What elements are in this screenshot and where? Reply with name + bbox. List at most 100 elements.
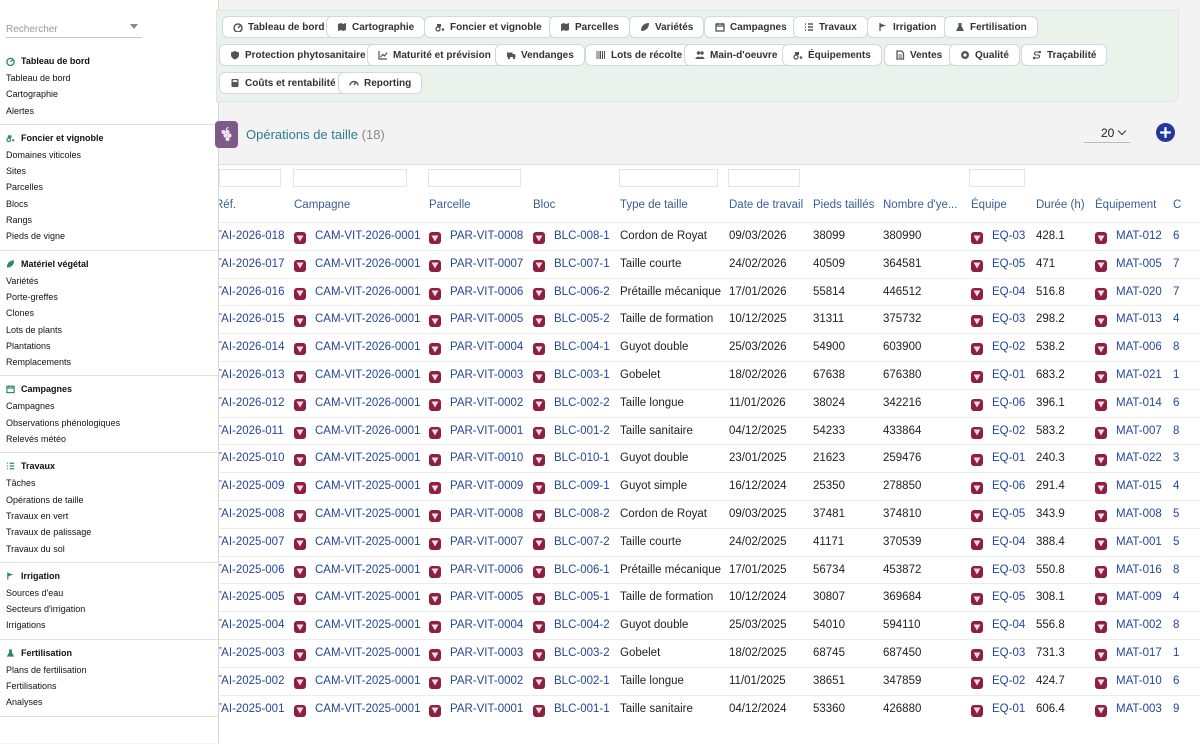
cell-equipe[interactable]: EQ-04 xyxy=(992,612,1025,640)
sidebar-item-irrigations[interactable]: Irrigations xyxy=(0,617,218,633)
table-row[interactable]: TAI-2026-018 CAM-VIT-2026-0001 PAR-VIT-000… xyxy=(219,222,1200,250)
record-link-icon[interactable] xyxy=(429,287,441,300)
cell-equipement[interactable]: MAT-022 xyxy=(1116,445,1162,473)
record-link-icon[interactable] xyxy=(429,510,441,522)
cell-bloc[interactable]: BLC-007-1 xyxy=(554,251,610,279)
record-link-icon[interactable] xyxy=(429,593,441,606)
sidebar-item-fertilisations[interactable]: Fertilisations xyxy=(0,678,218,694)
record-link-icon[interactable] xyxy=(294,621,306,634)
cell-equipe[interactable]: EQ-01 xyxy=(992,696,1025,724)
cell-parcelle[interactable]: PAR-VIT-0007 xyxy=(450,529,523,557)
cell-equipement[interactable]: MAT-014 xyxy=(1116,390,1162,418)
filter-input[interactable] xyxy=(293,169,407,187)
cell-extra[interactable]: 1 xyxy=(1173,640,1179,668)
record-link-icon[interactable] xyxy=(971,510,983,522)
record-link-icon[interactable] xyxy=(971,454,983,467)
column-header-date-de-travail[interactable]: Date de travail xyxy=(729,199,803,211)
cell-equipe[interactable]: EQ-02 xyxy=(992,334,1025,362)
sidebar-item-sources-d-eau[interactable]: Sources d'eau xyxy=(0,585,218,601)
record-link-icon[interactable] xyxy=(533,371,545,383)
module-button-irrigation[interactable]: Irrigation xyxy=(867,16,948,38)
record-link-icon[interactable] xyxy=(533,565,545,578)
record-link-icon[interactable] xyxy=(971,676,983,689)
cell-parcelle[interactable]: PAR-VIT-0008 xyxy=(450,223,523,251)
record-link-icon[interactable] xyxy=(294,454,306,467)
record-link-icon[interactable] xyxy=(533,454,545,467)
cell-bloc[interactable]: BLC-004-2 xyxy=(554,612,610,640)
column-header-campagne[interactable]: Campagne xyxy=(294,199,350,211)
sidebar-item-travaux-du-sol[interactable]: Travaux du sol xyxy=(0,541,218,557)
record-link-icon[interactable] xyxy=(429,649,441,661)
cell-ref[interactable]: TAI-2025-010 xyxy=(219,445,284,473)
table-row[interactable]: TAI-2025-004 CAM-VIT-2025-0001 PAR-VIT-000… xyxy=(219,611,1200,639)
record-link-icon[interactable] xyxy=(971,259,983,272)
module-button-varietes[interactable]: Variétés xyxy=(629,16,705,38)
cell-campagne[interactable]: CAM-VIT-2026-0001 xyxy=(315,362,420,390)
record-link-icon[interactable] xyxy=(294,565,306,578)
sidebar-item-remplacements[interactable]: Remplacements xyxy=(0,354,218,370)
sidebar-item-cartographie[interactable]: Cartographie xyxy=(0,86,218,102)
record-link-icon[interactable] xyxy=(1095,565,1107,578)
sidebar-item-operations-de-taille[interactable]: Opérations de taille xyxy=(0,492,218,508)
cell-bloc[interactable]: BLC-003-1 xyxy=(554,362,610,390)
cell-campagne[interactable]: CAM-VIT-2025-0001 xyxy=(315,529,420,557)
cell-ref[interactable]: TAI-2025-008 xyxy=(219,501,284,529)
cell-ref[interactable]: TAI-2026-017 xyxy=(219,251,284,279)
cell-parcelle[interactable]: PAR-VIT-0003 xyxy=(450,640,523,668)
sidebar-item-travaux-en-vert[interactable]: Travaux en vert xyxy=(0,508,218,524)
sidebar-item-secteurs-d-irrigation[interactable]: Secteurs d'irrigation xyxy=(0,601,218,617)
module-button-main-d-oeuvre[interactable]: Main-d'oeuvre xyxy=(684,44,789,66)
record-link-icon[interactable] xyxy=(1095,232,1107,244)
record-link-icon[interactable] xyxy=(971,426,983,439)
record-link-icon[interactable] xyxy=(971,537,983,550)
cell-extra[interactable]: 9 xyxy=(1173,696,1179,724)
filter-input[interactable] xyxy=(428,169,521,187)
record-link-icon[interactable] xyxy=(294,649,306,661)
cell-equipe[interactable]: EQ-04 xyxy=(992,529,1025,557)
sidebar-item-releves-meteo[interactable]: Relevés météo xyxy=(0,431,218,447)
column-header-bloc[interactable]: Bloc xyxy=(533,199,555,211)
record-link-icon[interactable] xyxy=(429,482,441,495)
record-link-icon[interactable] xyxy=(429,537,441,550)
record-link-icon[interactable] xyxy=(533,232,545,244)
cell-equipe[interactable]: EQ-06 xyxy=(992,473,1025,501)
record-link-icon[interactable] xyxy=(294,232,306,244)
record-link-icon[interactable] xyxy=(533,621,545,634)
cell-campagne[interactable]: CAM-VIT-2026-0001 xyxy=(315,223,420,251)
cell-equipe[interactable]: EQ-05 xyxy=(992,251,1025,279)
cell-extra[interactable]: 6 xyxy=(1173,223,1179,251)
cell-campagne[interactable]: CAM-VIT-2026-0001 xyxy=(315,279,420,307)
record-link-icon[interactable] xyxy=(294,482,306,495)
add-record-button[interactable] xyxy=(1156,123,1175,142)
column-header-c[interactable]: C xyxy=(1173,199,1181,211)
cell-equipe[interactable]: EQ-05 xyxy=(992,501,1025,529)
sidebar-item-pieds-de-vigne[interactable]: Pieds de vigne xyxy=(0,228,218,244)
record-link-icon[interactable] xyxy=(971,649,983,661)
sidebar-item-campagnes[interactable]: Campagnes xyxy=(0,398,218,414)
cell-extra[interactable]: 7 xyxy=(1173,279,1179,307)
record-link-icon[interactable] xyxy=(1095,287,1107,300)
cell-equipement[interactable]: MAT-013 xyxy=(1116,306,1162,334)
sidebar-item-varietes[interactable]: Variétés xyxy=(0,273,218,289)
cell-parcelle[interactable]: PAR-VIT-0003 xyxy=(450,362,523,390)
record-link-icon[interactable] xyxy=(971,621,983,634)
record-link-icon[interactable] xyxy=(1095,676,1107,689)
record-link-icon[interactable] xyxy=(429,315,441,328)
cell-campagne[interactable]: CAM-VIT-2026-0001 xyxy=(315,334,420,362)
cell-extra[interactable]: 8 xyxy=(1173,612,1179,640)
record-link-icon[interactable] xyxy=(1095,537,1107,550)
cell-extra[interactable]: 8 xyxy=(1173,418,1179,446)
record-link-icon[interactable] xyxy=(429,704,441,717)
table-row[interactable]: TAI-2026-017 CAM-VIT-2026-0001 PAR-VIT-000… xyxy=(219,249,1200,279)
module-button-tableau-de-bord[interactable]: Tableau de bord xyxy=(222,16,336,38)
table-row[interactable]: TAI-2025-001 CAM-VIT-2025-0001 PAR-VIT-000… xyxy=(219,694,1200,724)
sidebar-item-travaux-de-palissage[interactable]: Travaux de palissage xyxy=(0,524,218,540)
cell-bloc[interactable]: BLC-008-1 xyxy=(554,223,610,251)
cell-extra[interactable]: 4 xyxy=(1173,306,1179,334)
cell-parcelle[interactable]: PAR-VIT-0004 xyxy=(450,334,523,362)
module-button-campagnes[interactable]: Campagnes xyxy=(704,16,798,38)
sidebar-item-plantations[interactable]: Plantations xyxy=(0,338,218,354)
module-button-equipements[interactable]: Équipements xyxy=(782,44,882,66)
cell-ref[interactable]: TAI-2026-016 xyxy=(219,279,284,307)
cell-ref[interactable]: TAI-2026-014 xyxy=(219,334,284,362)
